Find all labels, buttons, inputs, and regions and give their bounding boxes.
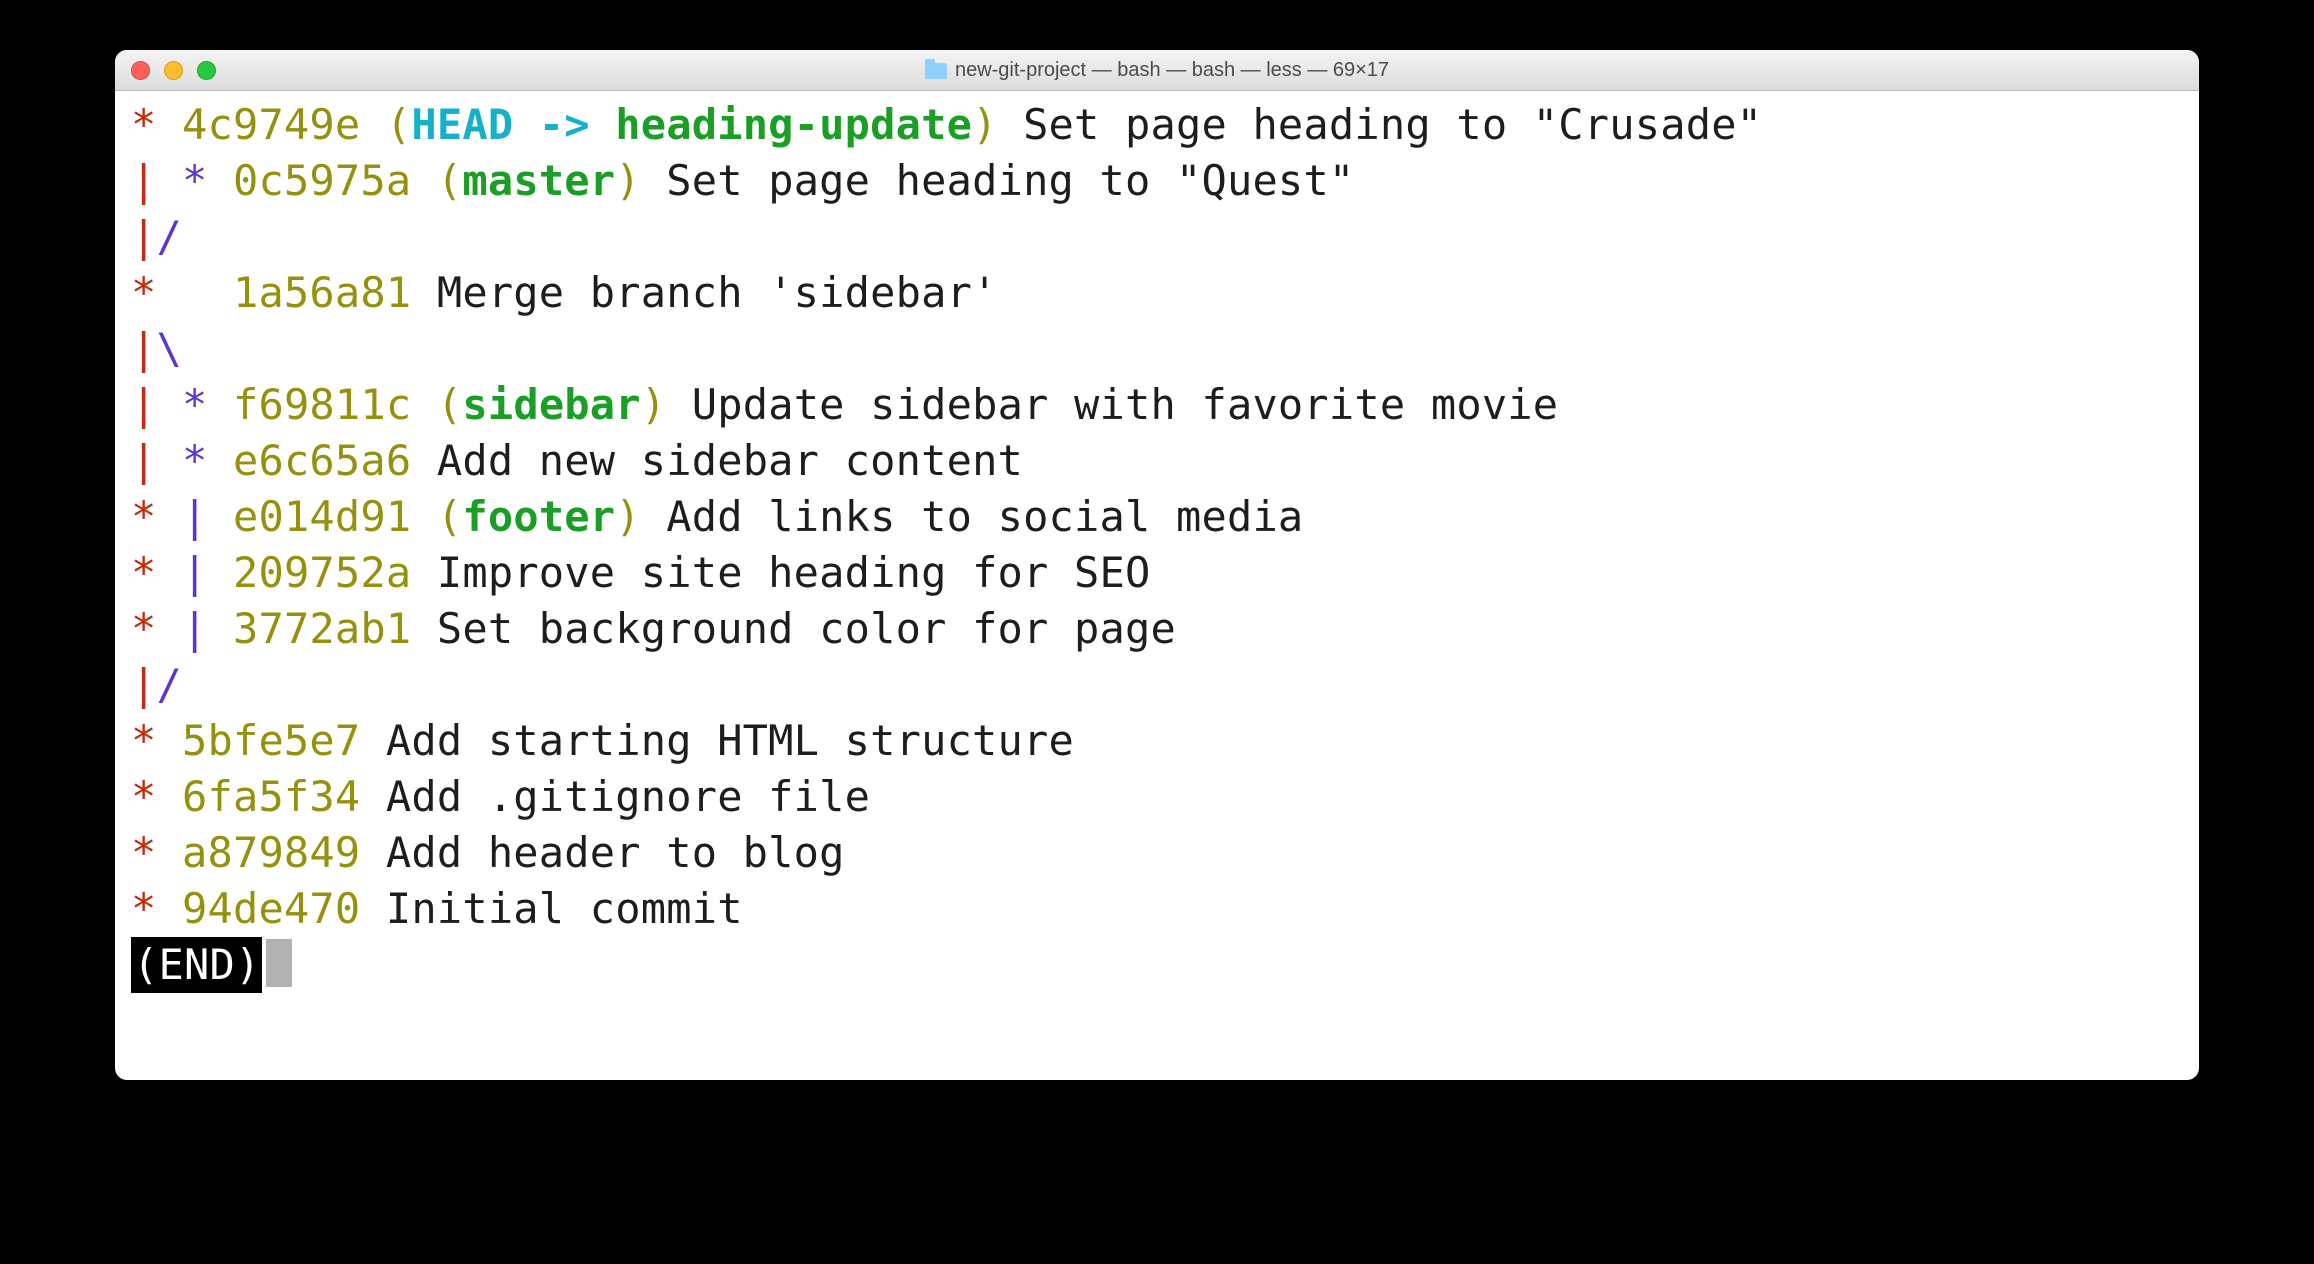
log-line: | * 0c5975a (master) Set page heading to… (131, 156, 1354, 205)
window-title-text: new-git-project — bash — bash — less — 6… (955, 59, 1389, 82)
log-line: * 5bfe5e7 Add starting HTML structure (131, 716, 1074, 765)
terminal-window: new-git-project — bash — bash — less — 6… (115, 50, 2199, 1080)
folder-icon (925, 63, 947, 79)
log-line: | * e6c65a6 Add new sidebar content (131, 436, 1023, 485)
log-line: * 1a56a81 Merge branch 'sidebar' (131, 268, 998, 317)
window-title: new-git-project — bash — bash — less — 6… (115, 59, 2199, 82)
log-line: |\ (131, 324, 182, 373)
log-line: |/ (131, 212, 182, 261)
log-line: |/ (131, 660, 182, 709)
log-line: * 94de470 Initial commit (131, 884, 743, 933)
titlebar[interactable]: new-git-project — bash — bash — less — 6… (115, 50, 2199, 91)
log-line: * | 209752a Improve site heading for SEO (131, 548, 1150, 597)
zoom-icon[interactable] (197, 61, 216, 80)
log-line: * | e014d91 (footer) Add links to social… (131, 492, 1303, 541)
pager-status: (END) (131, 937, 262, 993)
log-line: * 6fa5f34 Add .gitignore file (131, 772, 870, 821)
close-icon[interactable] (131, 61, 150, 80)
log-line: * 4c9749e (HEAD -> heading-update) Set p… (131, 100, 1762, 149)
cursor-icon (266, 939, 292, 987)
log-line: * a879849 Add header to blog (131, 828, 845, 877)
minimize-icon[interactable] (164, 61, 183, 80)
log-line: * | 3772ab1 Set background color for pag… (131, 604, 1176, 653)
window-controls (131, 61, 216, 80)
terminal-output[interactable]: * 4c9749e (HEAD -> heading-update) Set p… (115, 91, 2199, 1005)
log-line: | * f69811c (sidebar) Update sidebar wit… (131, 380, 1558, 429)
